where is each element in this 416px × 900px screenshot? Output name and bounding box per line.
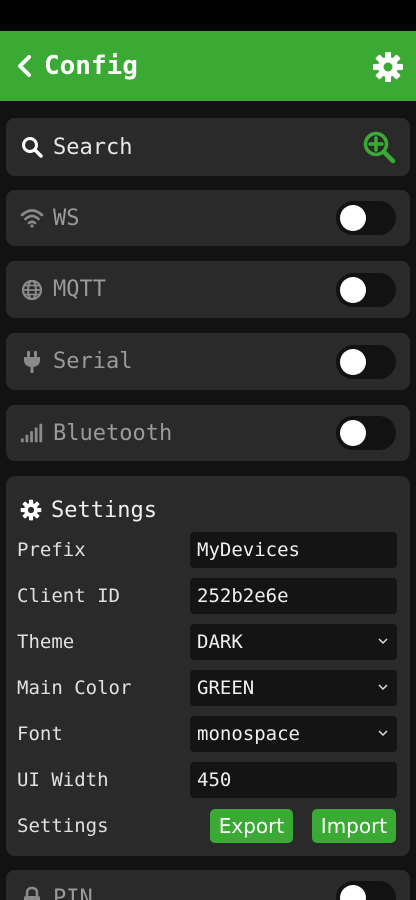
serial-label: Serial (53, 349, 133, 374)
plug-icon (20, 350, 44, 374)
setting-key: Prefix (17, 539, 86, 561)
theme-select[interactable]: DARK (190, 624, 397, 660)
status-bar (0, 0, 416, 31)
toggle-knob (340, 276, 366, 303)
chevron-down-icon (378, 684, 388, 691)
globe-icon (20, 278, 44, 302)
search-label: Search (53, 134, 133, 160)
toggle-knob (340, 205, 366, 231)
page-title: Config (44, 51, 138, 81)
wifi-icon (20, 206, 44, 230)
setting-key: Font (17, 723, 63, 745)
bluetooth-toggle[interactable] (336, 416, 396, 450)
setting-row-main-color: Main Color GREEN (17, 670, 399, 706)
bluetooth-label: Bluetooth (53, 420, 173, 446)
field-value: monospace (197, 723, 300, 745)
field-value: MyDevices (197, 539, 300, 561)
prefix-input[interactable]: MyDevices (190, 532, 397, 568)
chevron-down-icon (378, 638, 388, 645)
mqtt-card: MQTT (6, 261, 410, 318)
settings-header: Settings (6, 476, 410, 530)
ui-width-input[interactable]: 450 (190, 762, 397, 798)
import-button[interactable]: Import (312, 809, 396, 843)
ws-toggle[interactable] (336, 201, 396, 235)
toggle-knob (340, 885, 366, 900)
font-select[interactable]: monospace (190, 716, 397, 752)
mqtt-label: MQTT (53, 277, 106, 302)
ws-card: WS (6, 190, 410, 246)
setting-row-client-id: Client ID 252b2e6e (17, 578, 399, 614)
setting-row-theme: Theme DARK (17, 624, 399, 660)
lock-icon (20, 886, 44, 900)
setting-key: Theme (17, 631, 75, 653)
field-value: 450 (197, 769, 232, 791)
setting-key: Client ID (17, 585, 120, 607)
app-bar: Config (0, 31, 416, 101)
mqtt-toggle[interactable] (336, 272, 396, 307)
toggle-knob (340, 348, 366, 375)
search-icon (20, 135, 44, 159)
setting-row-ui-width: UI Width 450 (17, 762, 399, 798)
field-value: 252b2e6e (197, 585, 289, 607)
gear-icon[interactable] (372, 51, 404, 83)
serial-toggle[interactable] (336, 344, 396, 379)
serial-card: Serial (6, 333, 410, 390)
setting-row-font: Font monospace (17, 716, 399, 752)
field-value: GREEN (197, 677, 255, 699)
settings-card: Settings Prefix MyDevices Client ID 252b… (6, 476, 410, 856)
pin-card: PIN (6, 870, 410, 900)
search-card[interactable]: Search (6, 118, 410, 176)
pin-label: PIN (53, 885, 93, 900)
signal-bars-icon (20, 421, 44, 445)
setting-key: Main Color (17, 677, 132, 699)
ws-label: WS (53, 205, 80, 231)
toggle-knob (340, 420, 366, 446)
main-color-select[interactable]: GREEN (190, 670, 397, 706)
setting-key: UI Width (17, 769, 109, 791)
setting-row-actions: Settings Export Import (17, 808, 399, 844)
export-button[interactable]: Export (210, 809, 293, 843)
chevron-down-icon (378, 730, 388, 737)
client-id-input[interactable]: 252b2e6e (190, 578, 397, 614)
back-icon[interactable] (12, 53, 38, 79)
setting-row-prefix: Prefix MyDevices (17, 532, 399, 568)
field-value: DARK (197, 631, 243, 653)
settings-title: Settings (51, 497, 157, 523)
pin-toggle[interactable] (336, 881, 396, 900)
gear-icon (20, 499, 42, 521)
zoom-in-icon[interactable] (362, 130, 396, 164)
bluetooth-card: Bluetooth (6, 405, 410, 461)
setting-key: Settings (17, 815, 109, 837)
